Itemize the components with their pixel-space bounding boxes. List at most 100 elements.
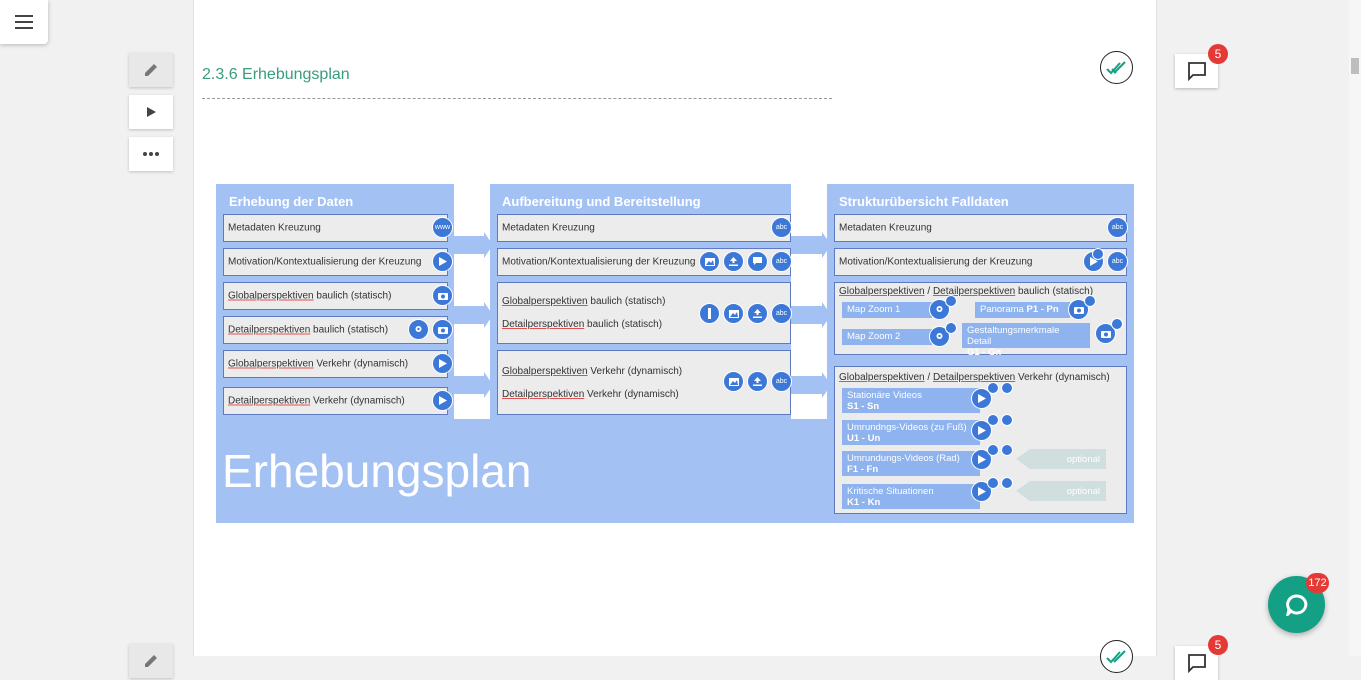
col2-row: Globalperspektiven Verkehr (dynamisch) D… [497,350,792,415]
speech-bubble-icon [747,251,768,272]
row-label: Verkehr (dynamisch) [310,395,405,407]
upload-icon [747,371,768,392]
col1-row: Metadaten Kreuzung www [223,214,453,242]
box-label: baulich (statisch) [1015,286,1094,297]
more-dots-icon [143,152,159,156]
arrow [446,232,493,258]
box-label: Detailperspektiven [932,372,1016,383]
camera-icon [987,477,999,489]
menu-button[interactable] [0,0,48,44]
camera-icon [432,285,453,306]
row-label: Motivation/Kontextualisierung der Kreuzu… [502,256,696,268]
row-label: Detailperspektiven [228,395,311,407]
abc-icon: abc [771,217,792,238]
more-button[interactable] [129,137,173,171]
edit-button-next[interactable] [129,644,173,678]
minus-icon [1001,382,1013,394]
image-icon [723,371,744,392]
optional-tag: optional [1016,449,1106,469]
video-chip: Umrundungs-Videos (Rad) F1 - Fn [842,451,980,476]
erhebungsplan-diagram: Erhebung der Daten Metadaten Kreuzung ww… [216,184,1134,523]
map-zoom-chip: Map Zoom 2 [842,329,932,345]
row-label: Metadaten Kreuzung [228,222,321,234]
pencil-icon [145,64,157,76]
video-chip: Stationäre Videos S1 - Sn [842,388,980,413]
row-label: Detailperspektiven [502,319,585,330]
chat-bubble-icon [1285,594,1307,616]
edit-button[interactable] [129,53,173,87]
scrollbar[interactable] [1349,0,1361,656]
approve-button-next[interactable] [1100,640,1133,673]
abc-icon: abc [771,371,792,392]
section-divider [202,98,832,99]
arrow [446,372,493,398]
col2-row: Metadaten Kreuzung abc [497,214,792,242]
row-label: Globalperspektiven [228,358,314,370]
box-label: Globalperspektiven [839,372,925,383]
www-icon: www [432,217,453,238]
camera-icon [987,382,999,394]
row-label: Motivation/Kontextualisierung der Kreuzu… [839,256,1033,268]
row-label: Verkehr (dynamisch) [584,389,679,400]
video-chip: Kritische Situationen K1 - Kn [842,484,980,509]
row-label: baulich (statisch) [587,296,666,307]
col2-row: Globalperspektiven baulich (statisch) De… [497,282,792,344]
row-label: Globalperspektiven [228,290,314,302]
row-label: Verkehr (dynamisch) [587,366,683,377]
speech-bubble-icon [1084,295,1096,307]
play-icon [147,107,156,117]
minus-icon [1001,444,1013,456]
col1-row: Globalperspektiven Verkehr (dynamisch) [223,350,453,378]
panorama-chip: Panorama P1 - Pn [975,302,1070,318]
abc-icon: abc [771,251,792,272]
row-label: Detailperspektiven [228,324,311,336]
row-label: Detailperspektiven [502,389,585,400]
section-title: 2.3.6 Erhebungsplan [202,66,350,83]
double-check-icon [1105,60,1126,74]
comment-icon [1187,654,1206,673]
col1-row: Detailperspektiven baulich (statisch) [223,316,453,344]
comment-count-badge: 5 [1208,635,1228,655]
col3-row: Metadaten Kreuzung abc [834,214,1128,242]
diagram-big-title: Erhebungsplan [222,445,532,497]
camera-icon [987,414,999,426]
upload-icon [723,251,744,272]
approve-button[interactable] [1100,51,1133,84]
abc-icon: abc [1107,217,1128,238]
minus-icon [1111,318,1123,330]
info-icon [945,322,957,334]
row-label: Globalperspektiven [502,366,588,377]
comment-icon [1187,62,1206,81]
image-icon [699,251,720,272]
row-label: Motivation/Kontextualisierung der Kreuzu… [228,256,422,268]
comment-count-badge: 5 [1208,44,1228,64]
double-check-icon [1105,649,1126,663]
camera-icon [432,319,453,340]
play-button[interactable] [129,95,173,129]
dynamic-perspectives-box: Globalperspektiven / Detailperspektiven … [834,366,1127,514]
scrollbar-thumb[interactable] [1351,58,1359,74]
abc-icon: abc [771,303,792,324]
col3-row: Motivation/Kontextualisierung der Kreuzu… [834,248,1128,276]
arrow [786,232,831,258]
info-icon [699,303,720,324]
col3-title: Strukturübersicht Falldaten [839,194,1009,209]
col1-row: Motivation/Kontextualisierung der Kreuzu… [223,248,453,276]
abc-icon: abc [1107,251,1128,272]
col2-row: Motivation/Kontextualisierung der Kreuzu… [497,248,792,276]
pencil-icon [145,655,157,667]
box-label: Globalperspektiven [839,286,925,297]
col2-title: Aufbereitung und Bereitstellung [502,194,701,209]
camera-icon [987,444,999,456]
minus-icon [1001,414,1013,426]
hamburger-icon [15,15,33,29]
speech-bubble-icon [1092,248,1104,260]
row-label: baulich (statisch) [310,324,389,336]
row-label: baulich (statisch) [584,319,663,330]
video-play-icon [432,251,453,272]
row-label: baulich (statisch) [313,290,392,302]
gestaltung-chip: Gestaltungsmerkmale Detail G1 - Gn [962,323,1090,358]
info-icon [945,295,957,307]
upload-icon [747,303,768,324]
box-label: / [924,286,933,297]
